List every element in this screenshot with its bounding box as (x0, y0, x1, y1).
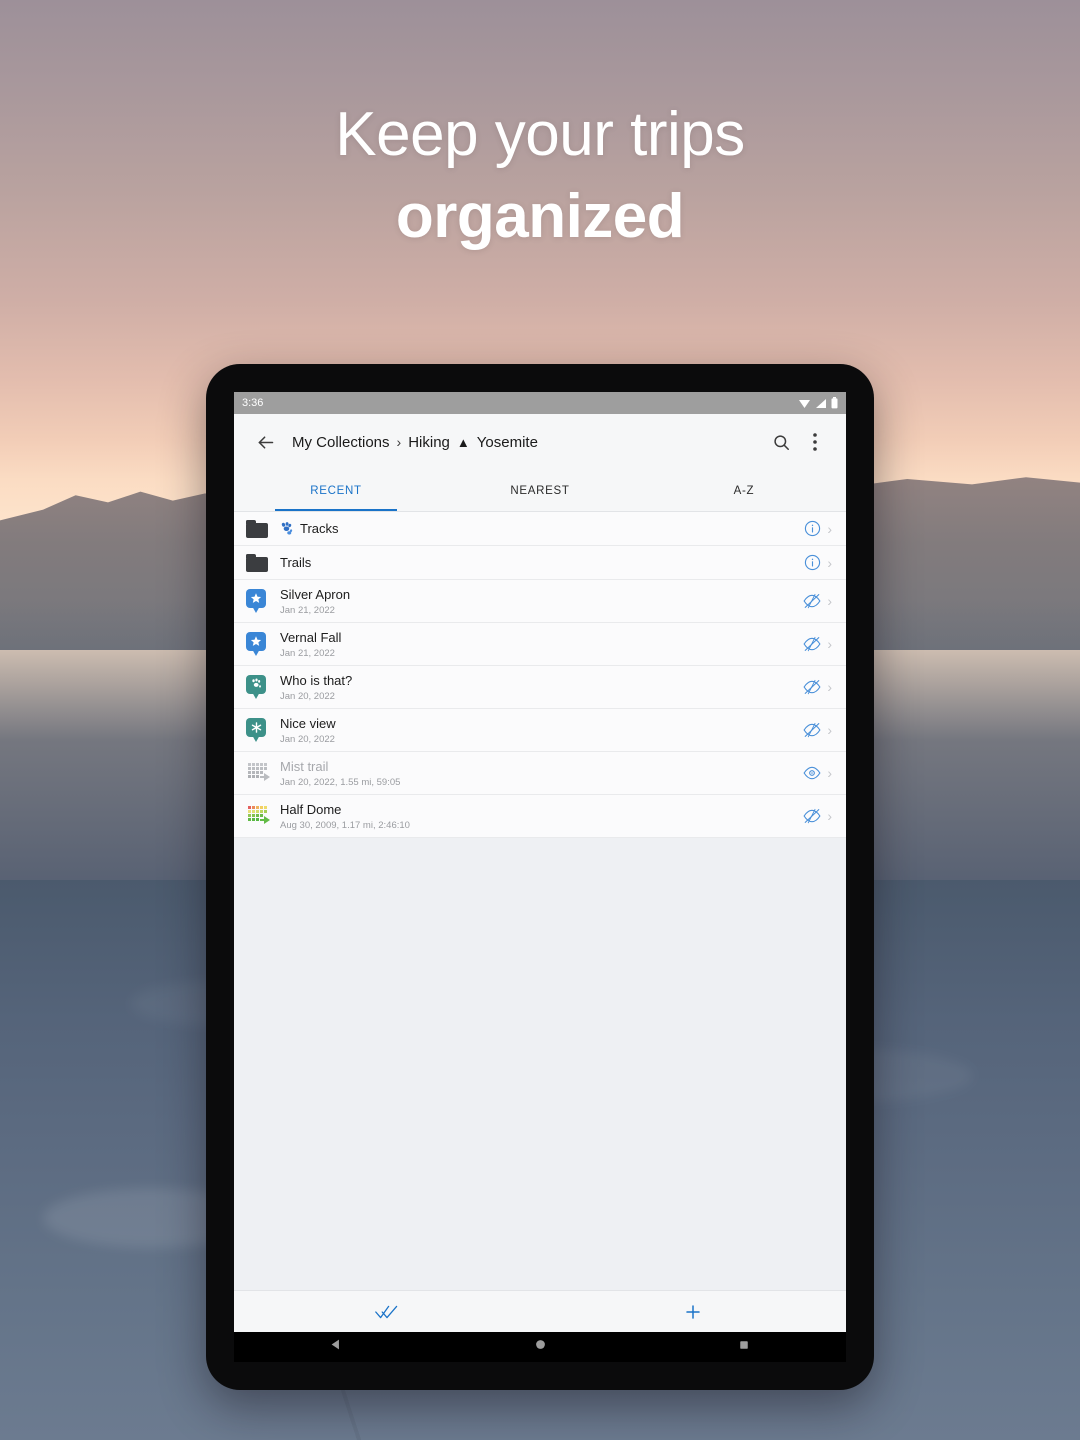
folder-name: Tracks (300, 521, 339, 536)
breadcrumb[interactable]: My Collections › Hiking ▲ Yosemite (292, 434, 764, 451)
double-check-icon (375, 1305, 398, 1318)
status-bar: 3:36 (234, 392, 846, 414)
wifi-icon (799, 399, 810, 408)
headline-line-1: Keep your trips (335, 100, 745, 169)
chevron-right-icon[interactable]: › (827, 766, 832, 780)
item-subtitle: Jan 20, 2022, 1.55 mi, 59:05 (280, 776, 401, 788)
item-subtitle: Jan 20, 2022 (280, 733, 335, 745)
list-item[interactable]: Mist trail Jan 20, 2022, 1.55 mi, 59:05 … (234, 752, 846, 795)
breadcrumb-separator: › (396, 434, 402, 450)
item-title: Mist trail (280, 758, 329, 774)
bottom-action-bar (234, 1290, 846, 1332)
sort-tab-bar[interactable]: RECENT NEAREST A-Z (234, 470, 846, 512)
eye-hidden-icon[interactable] (803, 722, 821, 738)
tab-nearest[interactable]: NEAREST (438, 470, 642, 511)
item-title: Silver Apron (280, 586, 351, 602)
track-gray-icon (246, 762, 270, 784)
chevron-right-icon[interactable]: › (827, 556, 832, 570)
waypoint-asterisk-pin-icon (246, 717, 266, 743)
chevron-right-icon[interactable]: › (827, 680, 832, 694)
chevron-right-icon[interactable]: › (827, 594, 832, 608)
status-bar-time: 3:36 (242, 397, 264, 409)
paw-print-icon (281, 522, 293, 535)
chevron-right-icon[interactable]: › (827, 522, 832, 536)
item-title: Vernal Fall (280, 629, 342, 645)
nav-back-triangle-icon[interactable] (330, 1338, 343, 1356)
list-item[interactable]: Who is that? Jan 20, 2022 › (234, 666, 846, 709)
android-navigation-bar (234, 1332, 846, 1362)
chevron-right-icon[interactable]: › (827, 637, 832, 651)
list-item[interactable]: Nice view Jan 20, 2022 › (234, 709, 846, 752)
chevron-right-icon[interactable]: › (827, 723, 832, 737)
collection-list: Tracks › Trails › Silver Apron Jan 21, 2… (234, 512, 846, 838)
list-item[interactable]: Half Dome Aug 30, 2009, 1.17 mi, 2:46:10… (234, 795, 846, 838)
nav-recents-square-icon[interactable] (738, 1338, 750, 1356)
waypoint-paw-pin-icon (246, 674, 266, 700)
item-title: Who is that? (280, 672, 353, 688)
eye-hidden-icon[interactable] (803, 593, 821, 609)
item-subtitle: Aug 30, 2009, 1.17 mi, 2:46:10 (280, 819, 410, 831)
tablet-screen: 3:36 My Collections › Hiking ▲ Yosemite … (234, 392, 846, 1332)
signal-icon (816, 398, 826, 408)
folder-icon (246, 553, 280, 572)
breadcrumb-current: Yosemite (476, 433, 538, 451)
headline-line-2: organized (395, 182, 685, 251)
waypoint-star-pin-icon (246, 631, 266, 657)
list-item[interactable]: Silver Apron Jan 21, 2022 › (234, 580, 846, 623)
info-icon[interactable] (804, 554, 821, 571)
item-title: Nice view (280, 715, 336, 731)
chevron-right-icon[interactable]: › (827, 809, 832, 823)
list-item[interactable]: Trails › (234, 546, 846, 580)
tab-a-z[interactable]: A-Z (642, 470, 846, 511)
more-vertical-icon[interactable] (798, 425, 832, 459)
item-subtitle: Jan 21, 2022 (280, 604, 335, 616)
plus-icon (686, 1304, 700, 1319)
eye-hidden-icon[interactable] (803, 808, 821, 824)
item-subtitle: Jan 20, 2022 (280, 690, 335, 702)
track-color-icon (246, 805, 270, 827)
mountain-marker-icon: ▲ (456, 434, 470, 450)
tablet-device-frame: 3:36 My Collections › Hiking ▲ Yosemite … (206, 364, 874, 1390)
add-button[interactable] (540, 1303, 846, 1321)
list-item[interactable]: Tracks › (234, 512, 846, 546)
list-item[interactable]: Vernal Fall Jan 21, 2022 › (234, 623, 846, 666)
eye-hidden-icon[interactable] (803, 636, 821, 652)
app-bar: My Collections › Hiking ▲ Yosemite (234, 414, 846, 470)
eye-hidden-icon[interactable] (803, 679, 821, 695)
promo-scene: Keep your trips organized 3:36 My Collec… (0, 0, 1080, 1440)
waypoint-star-pin-icon (246, 588, 266, 614)
folder-name: Trails (280, 555, 312, 570)
breadcrumb-root[interactable]: My Collections (292, 434, 390, 451)
item-title: Half Dome (280, 801, 342, 817)
promo-headline: Keep your trips organized (0, 96, 1080, 260)
eye-visible-icon[interactable] (803, 765, 821, 781)
back-arrow-icon[interactable] (248, 425, 282, 459)
tab-recent[interactable]: RECENT (234, 470, 438, 511)
select-all-button[interactable] (234, 1304, 540, 1320)
breadcrumb-parent[interactable]: Hiking (408, 434, 450, 451)
search-icon[interactable] (764, 425, 798, 459)
item-subtitle: Jan 21, 2022 (280, 647, 335, 659)
status-bar-icons (798, 397, 838, 409)
nav-home-circle-icon[interactable] (534, 1338, 547, 1356)
battery-icon (831, 397, 838, 409)
folder-icon (246, 519, 280, 538)
info-icon[interactable] (804, 520, 821, 537)
